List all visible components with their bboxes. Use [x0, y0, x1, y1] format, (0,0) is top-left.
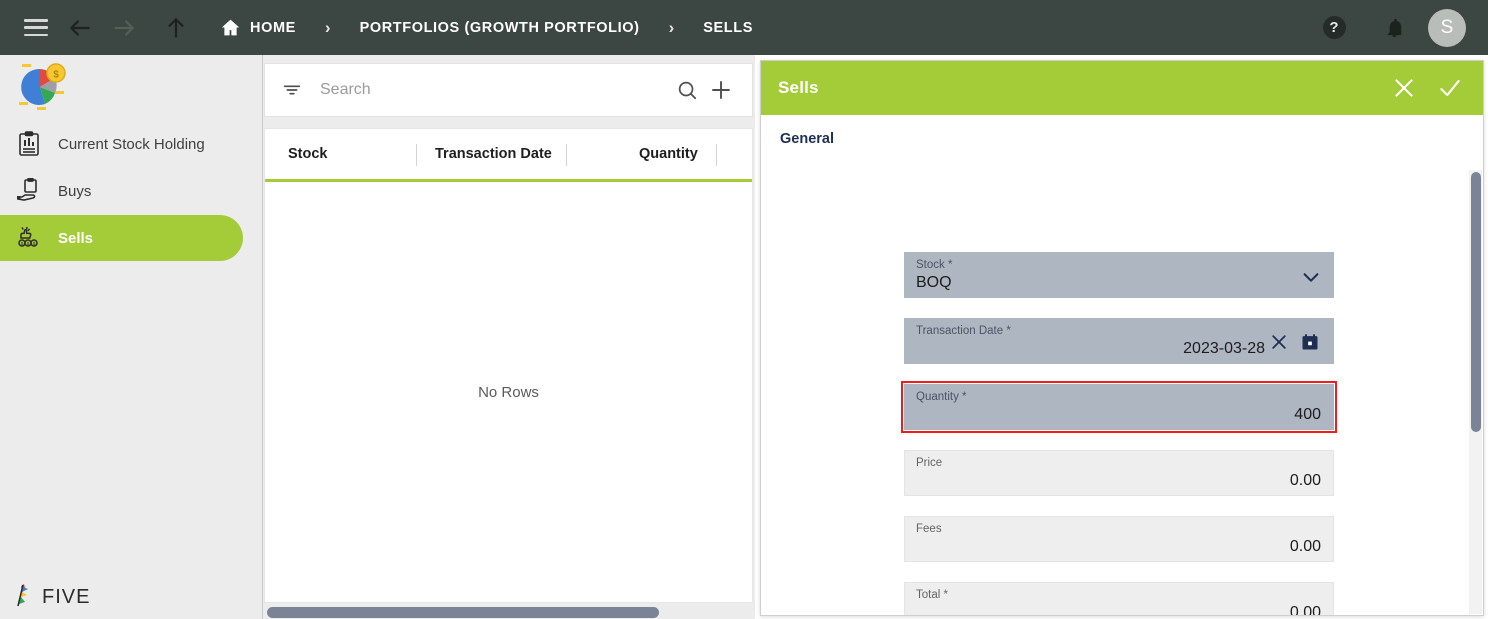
arrow-back-icon[interactable]	[58, 6, 102, 50]
search-input[interactable]	[320, 81, 670, 99]
form-panel-title: Sells	[778, 78, 819, 97]
field-value: 0.00	[1289, 538, 1321, 555]
list-pane: Stock Transaction Date Quantity No Rows	[263, 55, 755, 619]
field-label: Transaction Date *	[916, 325, 1011, 337]
close-icon[interactable]	[1268, 331, 1290, 353]
table-column-header-transaction-date[interactable]: Transaction Date	[435, 146, 552, 162]
help-icon-label: ?	[1322, 16, 1346, 39]
five-brand-logo: FIVE	[14, 583, 90, 611]
breadcrumb-item-portfolios[interactable]: PORTFOLIOS (GROWTH PORTFOLIO)	[360, 20, 640, 36]
portfolio-pie-logo: $	[14, 61, 70, 115]
form-section-title: General	[780, 131, 834, 147]
breadcrumb-separator: ›	[668, 18, 675, 37]
avatar[interactable]: S	[1428, 8, 1466, 47]
thumbsup-coins-icon: $ $ $	[14, 223, 44, 253]
field-quantity[interactable]: Quantity * 400	[901, 381, 1337, 433]
close-icon[interactable]	[1381, 65, 1427, 111]
table-column-header-quantity[interactable]: Quantity	[639, 146, 698, 162]
table-header-row: Stock Transaction Date Quantity	[265, 129, 752, 182]
column-divider[interactable]	[416, 144, 417, 166]
sidebar-item-current-stock-holding[interactable]: Current Stock Holding	[0, 121, 263, 167]
sidebar-item-label: Buys	[58, 182, 92, 200]
top-navigation-bar: HOME › PORTFOLIOS (GROWTH PORTFOLIO) › S…	[0, 0, 1488, 55]
check-icon[interactable]	[1427, 65, 1473, 111]
breadcrumb-separator: ›	[324, 18, 331, 37]
field-total[interactable]: Total * 0.00	[904, 582, 1334, 615]
bell-icon[interactable]	[1372, 6, 1416, 50]
field-label: Quantity *	[916, 391, 967, 403]
transactions-table: Stock Transaction Date Quantity No Rows	[264, 128, 753, 603]
form-panel-body: General Stock * BOQ Transaction Date * 2…	[761, 115, 1483, 615]
field-value: 2023-03-28	[1183, 340, 1265, 357]
breadcrumb-item-home[interactable]: HOME	[250, 20, 296, 36]
form-fields: Stock * BOQ Transaction Date * 2023-03-2…	[901, 252, 1337, 615]
field-value: BOQ	[916, 274, 952, 291]
five-logo-text: FIVE	[42, 585, 91, 608]
sidebar-item-label: Sells	[58, 229, 94, 247]
column-divider[interactable]	[566, 144, 567, 166]
hand-clipboard-icon	[14, 176, 44, 206]
search-bar	[264, 63, 753, 117]
field-label: Total *	[916, 589, 948, 601]
vertical-scrollbar-thumb[interactable]	[1471, 172, 1481, 432]
field-label: Price	[916, 457, 943, 469]
table-column-header-stock[interactable]: Stock	[288, 146, 328, 162]
field-price[interactable]: Price 0.00	[904, 450, 1334, 496]
clipboard-chart-icon	[14, 129, 44, 159]
help-icon[interactable]: ?	[1312, 6, 1356, 50]
field-transaction-date[interactable]: Transaction Date * 2023-03-28	[904, 318, 1334, 364]
sidebar-item-label: Current Stock Holding	[58, 135, 205, 153]
home-icon[interactable]	[220, 17, 241, 38]
field-fees[interactable]: Fees 0.00	[904, 516, 1334, 562]
sidebar-item-sells[interactable]: $ $ $ Sells	[0, 215, 243, 261]
plus-icon[interactable]	[704, 73, 738, 107]
sidebar-item-buys[interactable]: Buys	[0, 168, 263, 214]
arrow-up-icon[interactable]	[154, 6, 198, 50]
breadcrumb: HOME › PORTFOLIOS (GROWTH PORTFOLIO) › S…	[208, 0, 753, 55]
calendar-icon[interactable]	[1299, 331, 1321, 353]
field-label: Fees	[916, 523, 942, 535]
search-icon[interactable]	[670, 73, 704, 107]
column-divider[interactable]	[716, 144, 717, 166]
chevron-down-icon[interactable]	[1299, 265, 1323, 289]
arrow-forward-icon[interactable]	[102, 6, 146, 50]
field-value: 0.00	[1289, 604, 1321, 615]
horizontal-scrollbar-thumb[interactable]	[267, 607, 659, 618]
app-root: HOME › PORTFOLIOS (GROWTH PORTFOLIO) › S…	[0, 0, 1488, 619]
sells-form-panel: Sells General Stock * BOQ Transaction Da…	[760, 60, 1484, 616]
table-empty-message: No Rows	[478, 383, 539, 401]
breadcrumb-item-sells[interactable]: SELLS	[703, 20, 753, 36]
field-value: 400	[1294, 406, 1321, 423]
svg-text:$: $	[53, 70, 59, 81]
horizontal-scrollbar[interactable]	[264, 603, 753, 619]
sidebar: $ Current Stock Holding Buys $ $ $ Sells…	[0, 55, 263, 619]
sidebar-nav-list: Current Stock Holding Buys $ $ $ Sells	[0, 121, 263, 262]
field-value: 0.00	[1289, 472, 1321, 489]
form-panel-header: Sells	[761, 61, 1483, 115]
field-label: Stock *	[916, 259, 953, 271]
hamburger-menu-icon[interactable]	[14, 6, 58, 50]
field-stock[interactable]: Stock * BOQ	[904, 252, 1334, 298]
filter-icon[interactable]	[279, 77, 305, 103]
